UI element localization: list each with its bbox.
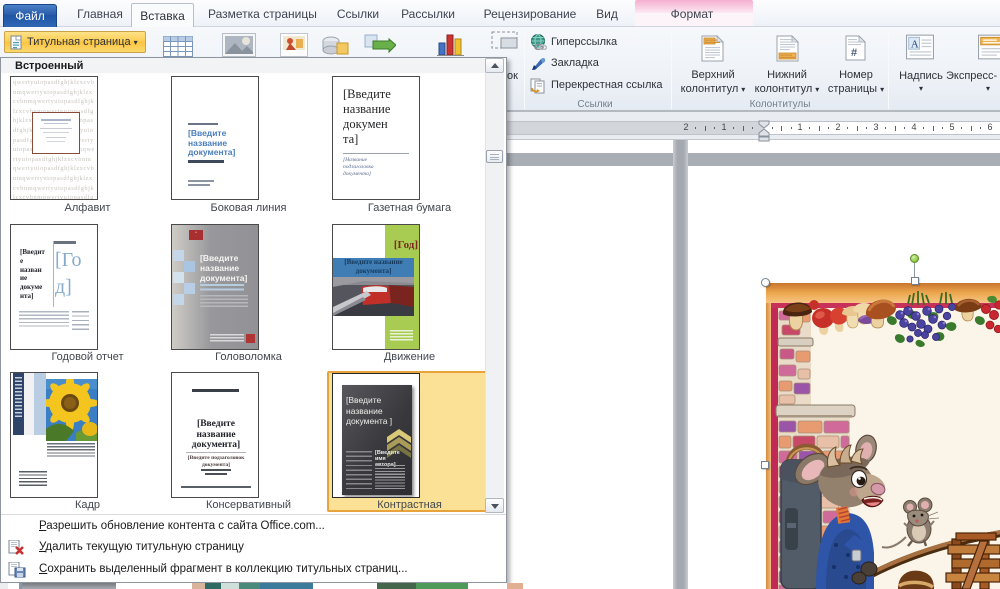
svg-text:#: # [851, 47, 857, 59]
svg-text:A: A [911, 39, 919, 51]
